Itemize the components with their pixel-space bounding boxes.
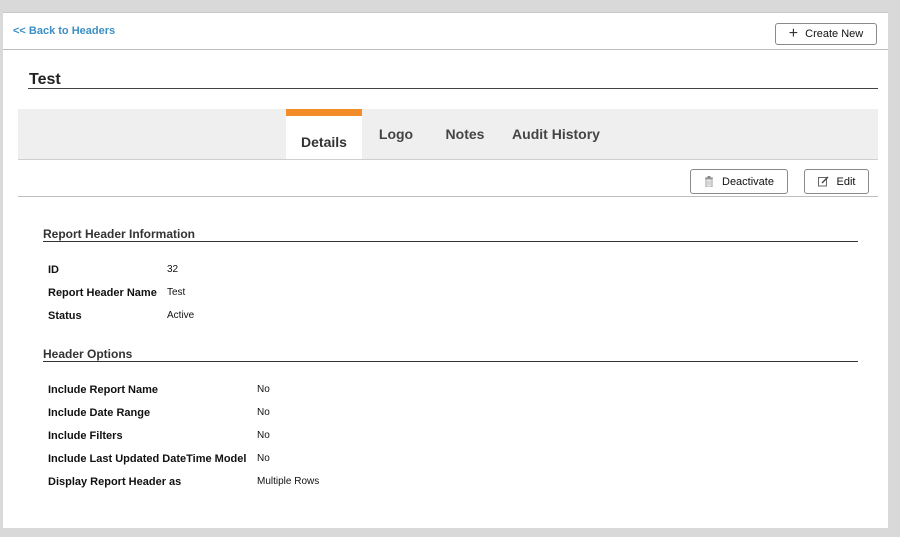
create-new-button[interactable]: + Create New (775, 23, 877, 45)
tab-logo[interactable]: Logo (368, 109, 424, 159)
deactivate-button[interactable]: Deactivate (690, 169, 788, 194)
detail-label: Include Last Updated DateTime Model (48, 453, 247, 465)
detail-label: Include Filters (48, 430, 123, 442)
detail-value: No (257, 430, 270, 441)
trash-icon (705, 176, 713, 187)
back-to-headers-link[interactable]: << Back to Headers (13, 25, 115, 37)
section-rule (43, 361, 858, 362)
deactivate-label: Deactivate (722, 175, 774, 188)
tab-logo-label: Logo (378, 126, 414, 142)
tab-notes[interactable]: Notes (436, 109, 494, 159)
detail-value: 32 (167, 264, 179, 275)
detail-label: Report Header Name (48, 287, 157, 299)
tab-bar: Details Logo Notes Audit History (18, 109, 878, 160)
plus-icon: + (788, 25, 799, 42)
detail-value: Active (167, 310, 195, 321)
tab-audit-history-label: Audit History (512, 126, 600, 142)
header-divider (3, 49, 888, 50)
detail-label: Display Report Header as (48, 476, 182, 488)
detail-value: No (257, 453, 270, 464)
tab-audit-history[interactable]: Audit History (506, 109, 606, 159)
detail-label: Include Date Range (48, 407, 151, 419)
detail-label: Status (48, 310, 82, 322)
title-underline (28, 88, 878, 89)
tab-details-label: Details (301, 133, 347, 150)
edit-icon (817, 176, 829, 187)
tab-details[interactable]: Details (286, 109, 362, 159)
section-title-header-options: Header Options (43, 347, 133, 361)
edit-button[interactable]: Edit (804, 169, 869, 194)
detail-value: No (257, 384, 270, 395)
detail-value: No (257, 407, 270, 418)
create-new-label: Create New (805, 28, 864, 40)
page-title: Test (29, 71, 61, 88)
detail-label: Include Report Name (48, 384, 159, 396)
actions-divider (18, 196, 878, 197)
main-panel: << Back to Headers + Create New Test Det… (3, 12, 888, 528)
tab-notes-label: Notes (445, 126, 485, 142)
detail-value: Test (167, 287, 186, 298)
edit-label: Edit (836, 175, 856, 188)
detail-label: ID (48, 264, 59, 276)
detail-value: Multiple Rows (257, 476, 320, 487)
section-rule (43, 241, 858, 242)
section-title-report-header-info: Report Header Information (43, 227, 196, 241)
